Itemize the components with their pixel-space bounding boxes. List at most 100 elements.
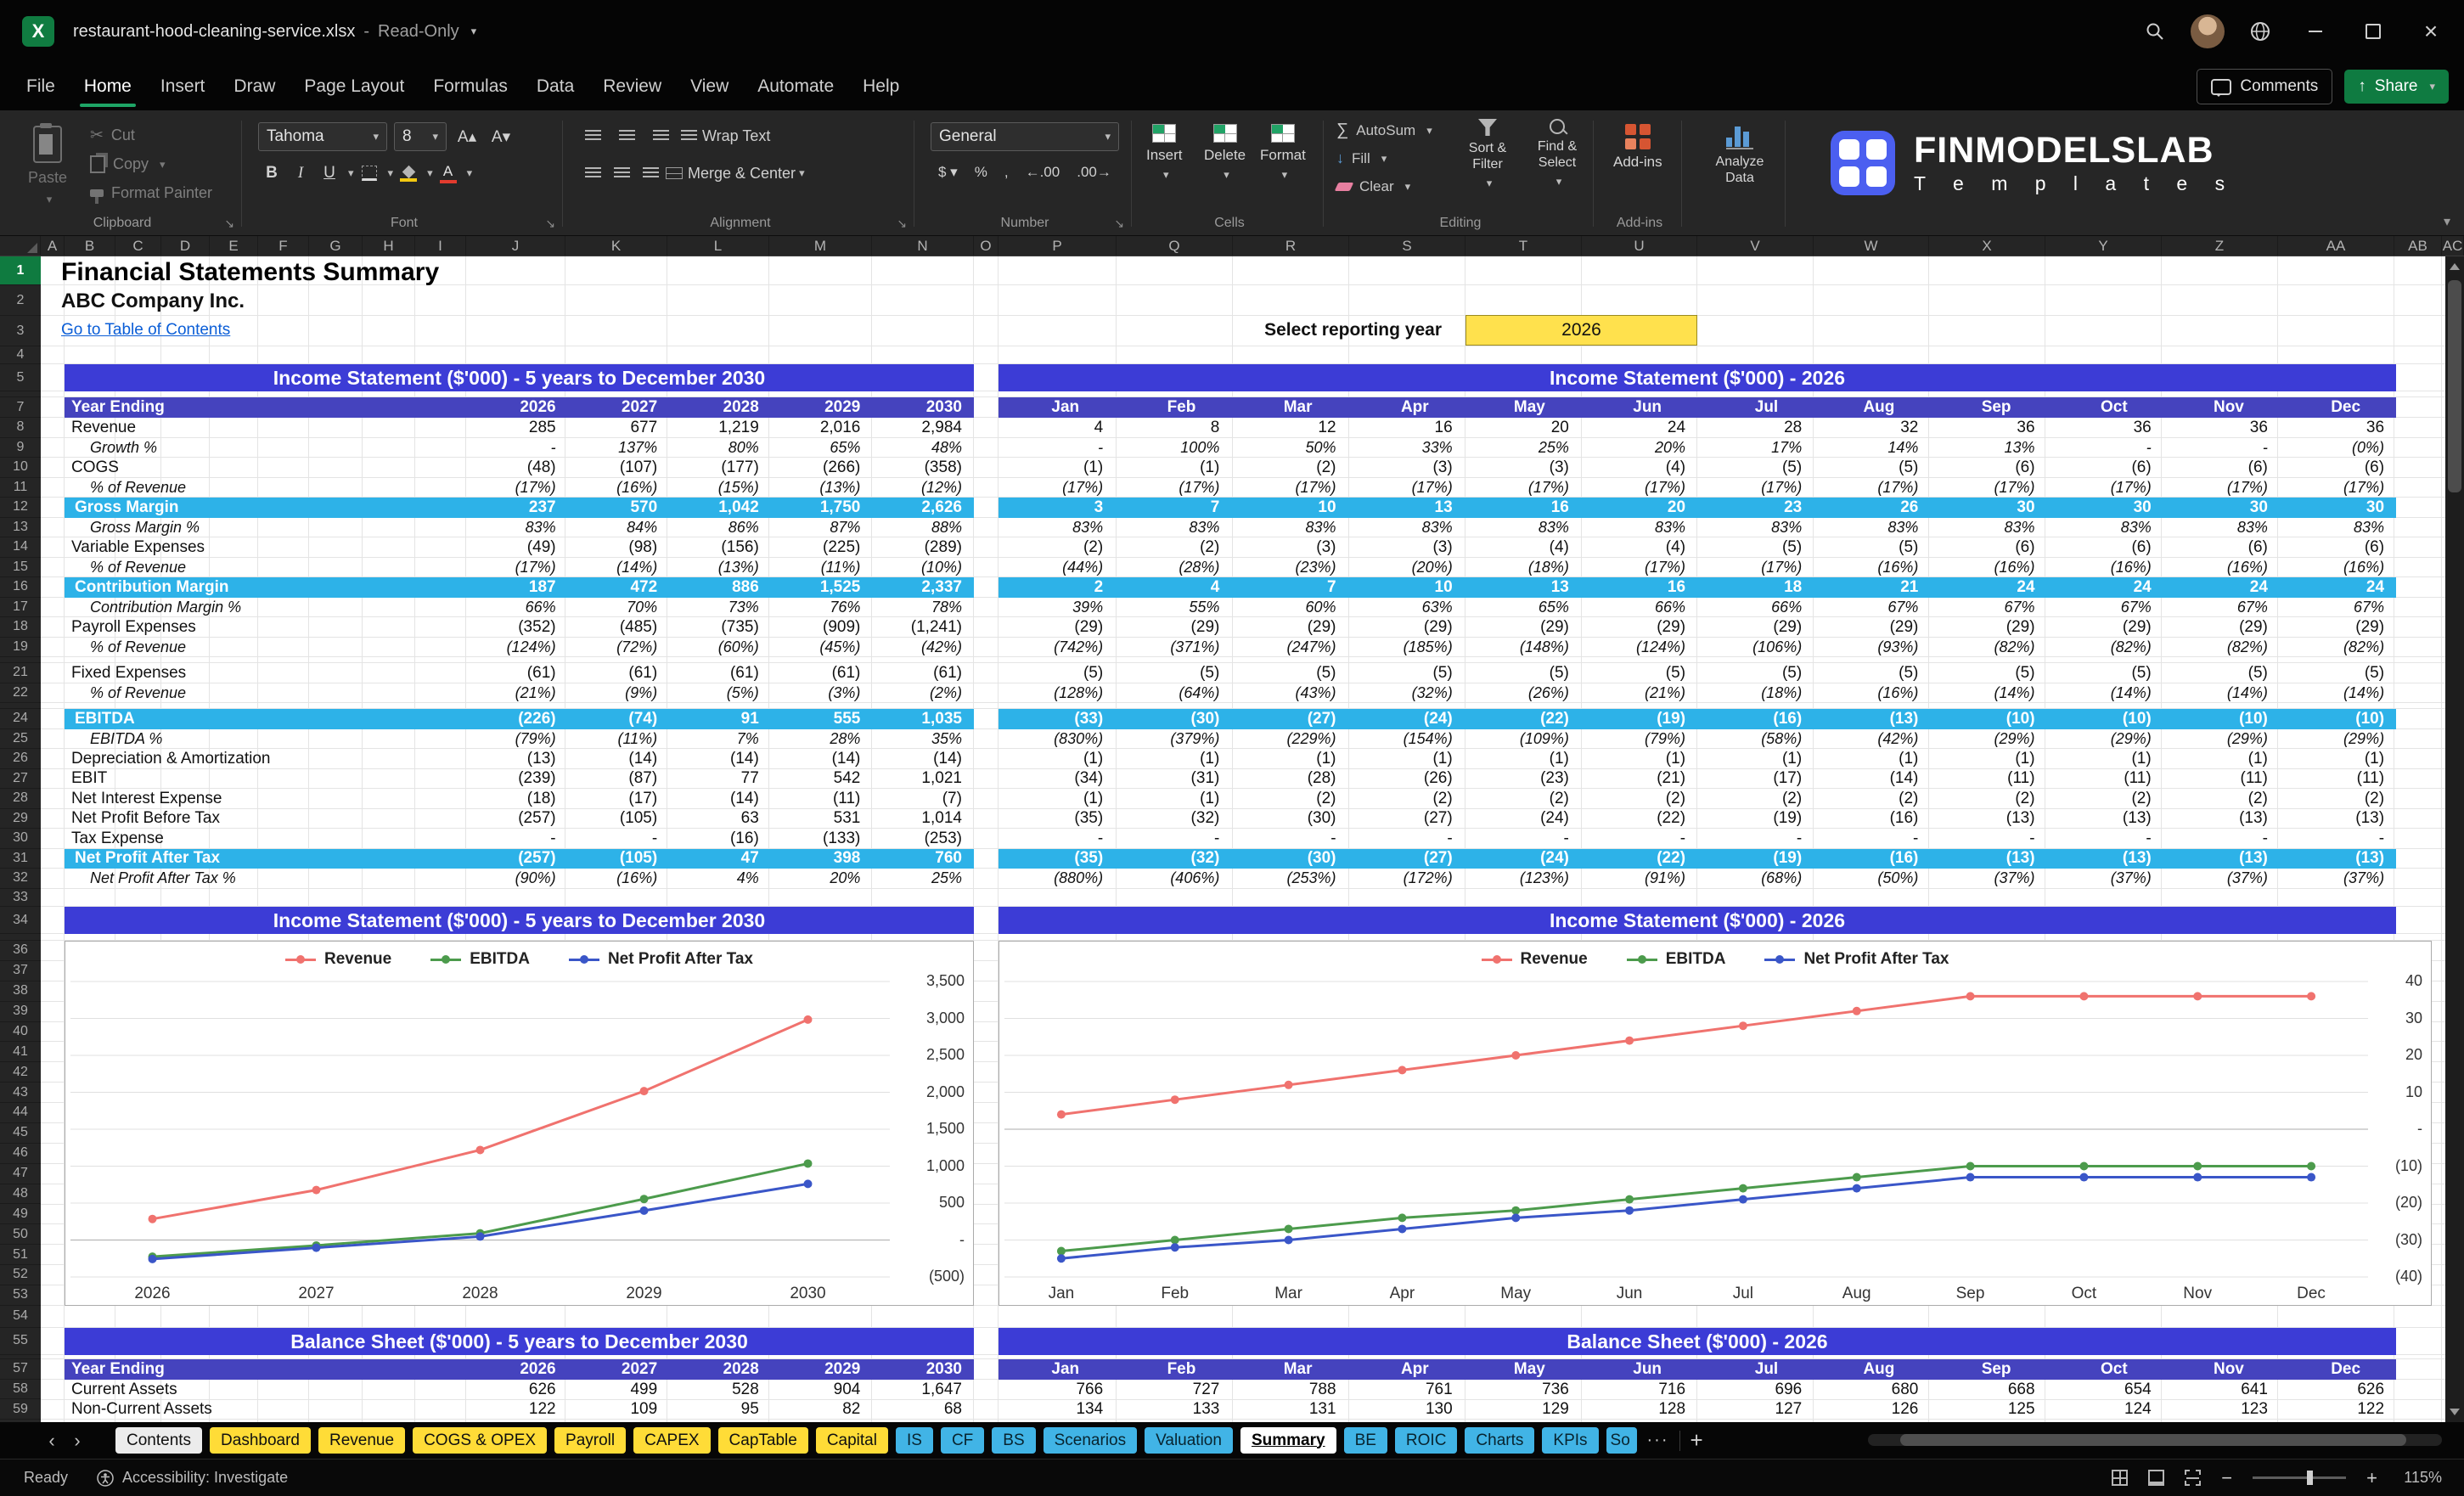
row-header[interactable]: 51 [0, 1245, 41, 1265]
table-cell[interactable]: (9%) [568, 684, 670, 702]
table-header-cell[interactable]: 2028 [669, 397, 771, 418]
table-cell[interactable]: 76% [771, 599, 873, 616]
table-cell[interactable]: 542 [771, 769, 873, 788]
table-cell[interactable]: (5) [2163, 664, 2280, 683]
row-label-cell[interactable]: Gross Margin [65, 498, 466, 517]
table-cell[interactable]: (93%) [1814, 638, 1930, 656]
table-cell[interactable]: (14) [1814, 769, 1930, 788]
table-cell[interactable]: (17%) [1697, 479, 1814, 497]
table-cell[interactable]: - [1697, 830, 1814, 848]
table-cell[interactable]: 1,219 [669, 419, 771, 437]
zoom-slider[interactable] [2253, 1476, 2346, 1479]
new-sheet-button[interactable]: + [1690, 1427, 1703, 1454]
table-cell[interactable]: 83% [1697, 519, 1814, 537]
table-cell[interactable]: (91%) [1581, 869, 1697, 887]
table-cell[interactable]: 122 [2280, 1400, 2396, 1419]
table-cell[interactable]: (17%) [1697, 559, 1814, 576]
table-cell[interactable]: (5) [1814, 458, 1930, 477]
table-cell[interactable]: 28 [1697, 419, 1814, 437]
row-header[interactable]: 8 [0, 418, 41, 438]
clear-button[interactable]: Clear▾ [1336, 173, 1432, 200]
table-cell[interactable]: (16%) [2163, 559, 2280, 576]
table-cell[interactable]: 137% [568, 439, 670, 457]
table-cell[interactable]: 528 [669, 1381, 771, 1399]
table-header-cell[interactable]: Dec [2280, 397, 2396, 418]
table-cell[interactable]: (16%) [1814, 559, 1930, 576]
table-cell[interactable]: 55% [1115, 599, 1231, 616]
table-cell[interactable]: (485) [568, 618, 670, 637]
table-cell[interactable]: 766 [999, 1381, 1115, 1399]
zoom-in-button[interactable]: + [2366, 1467, 2377, 1489]
table-cell[interactable]: 736 [1465, 1381, 1581, 1399]
table-cell[interactable]: (16) [1814, 849, 1930, 868]
table-cell[interactable]: (79%) [1581, 730, 1697, 748]
table-cell[interactable]: (1) [2047, 750, 2163, 768]
table-cell[interactable]: (358) [872, 458, 974, 477]
table-header-cell[interactable]: Dec [2280, 1359, 2396, 1380]
table-header-cell[interactable]: Oct [2047, 1359, 2163, 1380]
table-cell[interactable]: 2,984 [872, 419, 974, 437]
table-cell[interactable]: (11) [2280, 769, 2396, 788]
table-cell[interactable]: 237 [466, 498, 568, 517]
table-header-cell[interactable]: Mar [1231, 397, 1347, 418]
table-cell[interactable]: 83% [1348, 519, 1465, 537]
table-cell[interactable]: (128%) [999, 684, 1115, 702]
table-cell[interactable]: (1) [999, 790, 1115, 808]
table-cell[interactable]: (148%) [1465, 638, 1581, 656]
table-cell[interactable]: 128 [1581, 1400, 1697, 1419]
table-cell[interactable]: (3) [1348, 538, 1465, 557]
vertical-scrollbar[interactable] [2445, 256, 2464, 1422]
table-cell[interactable]: (352) [466, 618, 568, 637]
column-header[interactable]: R [1233, 236, 1349, 256]
bold-button[interactable]: B [258, 160, 285, 187]
table-cell[interactable]: (30) [1231, 809, 1347, 828]
table-cell[interactable]: 83% [1231, 519, 1347, 537]
row-label-cell[interactable]: Variable Expenses [65, 538, 466, 557]
column-header[interactable]: S [1349, 236, 1465, 256]
table-cell[interactable]: 2,016 [771, 419, 873, 437]
table-cell[interactable]: (14) [669, 790, 771, 808]
row-header[interactable] [0, 657, 41, 663]
table-cell[interactable]: 83% [1930, 519, 2046, 537]
row-label-cell[interactable]: EBITDA [65, 710, 466, 728]
table-cell[interactable]: (742%) [999, 638, 1115, 656]
menu-tab-insert[interactable]: Insert [146, 63, 220, 110]
row-header[interactable]: 19 [0, 638, 41, 658]
table-cell[interactable]: 1,525 [771, 578, 873, 597]
table-cell[interactable]: (6) [2163, 458, 2280, 477]
table-cell[interactable]: (11) [2047, 769, 2163, 788]
menu-tab-view[interactable]: View [676, 63, 743, 110]
table-cell[interactable]: (29) [2163, 618, 2280, 637]
table-cell[interactable]: (29) [1930, 618, 2046, 637]
table-cell[interactable]: (2) [1231, 790, 1347, 808]
table-cell[interactable]: 83% [1465, 519, 1581, 537]
row-label-cell[interactable]: Net Profit Before Tax [65, 809, 466, 828]
table-cell[interactable]: (23%) [1231, 559, 1347, 576]
table-header-cell[interactable]: Nov [2163, 1359, 2280, 1380]
table-cell[interactable]: (2) [1231, 458, 1347, 477]
table-cell[interactable]: (17%) [999, 479, 1115, 497]
table-cell[interactable]: (107) [568, 458, 670, 477]
row-header[interactable]: 52 [0, 1265, 41, 1285]
row-header[interactable]: 47 [0, 1164, 41, 1184]
table-cell[interactable]: (30) [1115, 710, 1231, 728]
table-cell[interactable]: (4) [1581, 538, 1697, 557]
row-header[interactable]: 21 [0, 663, 41, 683]
table-cell[interactable]: (17%) [1465, 479, 1581, 497]
table-header-cell[interactable]: Aug [1814, 397, 1930, 418]
table-cell[interactable]: 36 [2047, 419, 2163, 437]
table-header-cell[interactable]: 2026 [466, 1359, 568, 1380]
table-cell[interactable]: (172%) [1348, 869, 1465, 887]
table-cell[interactable]: 677 [568, 419, 670, 437]
scroll-down-arrow[interactable] [2450, 1409, 2460, 1415]
table-cell[interactable]: 39% [999, 599, 1115, 616]
sheet-tab-roic[interactable]: ROIC [1395, 1427, 1458, 1454]
table-cell[interactable]: (379%) [1115, 730, 1231, 748]
row-header[interactable]: 42 [0, 1062, 41, 1083]
table-cell[interactable]: 555 [771, 710, 873, 728]
row-header[interactable]: 10 [0, 458, 41, 478]
table-header-cell[interactable]: Jun [1581, 1359, 1697, 1380]
comma-style-button[interactable]: , [997, 160, 1016, 185]
column-header[interactable]: W [1814, 236, 1929, 256]
table-cell[interactable]: (14%) [2047, 684, 2163, 702]
